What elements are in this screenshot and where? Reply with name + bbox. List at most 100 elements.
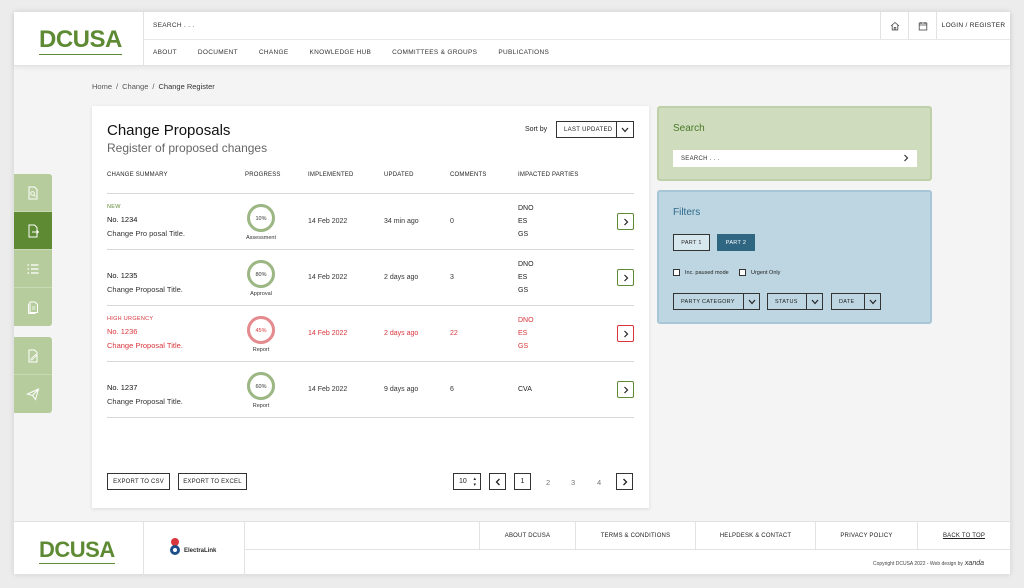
chevron-right-icon xyxy=(623,274,628,281)
sort-select[interactable]: LAST UPDATED xyxy=(556,121,634,138)
part-2-button[interactable]: PART 2 xyxy=(717,234,755,251)
row-number: No. 1236 xyxy=(107,327,138,336)
sidebar-item-edit[interactable] xyxy=(14,337,52,375)
col-impacted-parties: IMPACTED PARTIES xyxy=(518,172,579,178)
progress-ring: 80% xyxy=(247,260,275,288)
urgent-only-checkbox[interactable]: Urgent Only xyxy=(739,269,780,276)
part-1-button[interactable]: PART 1 xyxy=(673,234,710,251)
next-page-button[interactable] xyxy=(616,473,633,490)
login-register-link[interactable]: LOGIN / REGISTER xyxy=(936,12,1010,39)
sidebar-item-change-register[interactable] xyxy=(14,212,52,250)
sidebar-group-actions xyxy=(14,337,52,413)
list-icon xyxy=(27,263,39,274)
open-proposal-button[interactable] xyxy=(617,381,634,398)
search-input[interactable]: SEARCH . . . xyxy=(673,150,917,167)
party-category-dropdown[interactable]: PARTY CATEGORY xyxy=(673,293,760,310)
paused-mode-checkbox[interactable]: Inc. paused mode xyxy=(673,269,729,276)
nav-committees-groups[interactable]: COMMITTEES & GROUPS xyxy=(392,49,477,56)
status-dropdown[interactable]: STATUS xyxy=(767,293,823,310)
page-1[interactable]: 1 xyxy=(514,473,531,490)
page-4[interactable]: 4 xyxy=(597,478,601,487)
sidebar-item-list[interactable] xyxy=(14,250,52,288)
sidebar-item-documents[interactable] xyxy=(14,288,52,326)
site-header: DCUSA SEARCH . . . ABOUT DOCUMENT CHANGE… xyxy=(14,12,1010,66)
row-updated: 9 days ago xyxy=(384,386,419,393)
breadcrumb-home[interactable]: Home xyxy=(92,82,112,91)
row-number: No. 1234 xyxy=(107,215,138,224)
sort-label: Sort by xyxy=(525,126,548,133)
nav-document[interactable]: DOCUMENT xyxy=(198,49,238,56)
back-to-top-link[interactable]: BACK TO TOP xyxy=(917,522,1010,549)
footer-link-helpdesk[interactable]: HELPDESK & CONTACT xyxy=(695,522,815,549)
row-updated: 34 min ago xyxy=(384,218,419,225)
sidebar-item-search-documents[interactable] xyxy=(14,174,52,212)
chevron-right-icon xyxy=(623,386,628,393)
nav-about[interactable]: ABOUT xyxy=(153,49,177,56)
sidebar-group-main xyxy=(14,174,52,326)
footer-logo-text: DCUSA xyxy=(39,537,115,562)
copyright-text: Copyright DCUSA 2022 - Web design by xyxy=(872,561,963,567)
export-excel-button[interactable]: EXPORT TO EXCEL xyxy=(178,473,247,490)
breadcrumb-current: Change Register xyxy=(158,82,215,91)
progress-percent: 80% xyxy=(255,272,266,278)
row-title: Change Proposal Title. xyxy=(107,397,183,406)
main-nav: ABOUT DOCUMENT CHANGE KNOWLEDGE HUB COMM… xyxy=(153,49,570,56)
header-search-input[interactable]: SEARCH . . . xyxy=(153,22,195,29)
site-footer: DCUSA ElectraLink ABOUT DCUSA TERMS & CO… xyxy=(14,521,1010,575)
home-icon[interactable] xyxy=(880,12,908,39)
open-proposal-button[interactable] xyxy=(617,213,634,230)
progress-ring: 60% xyxy=(247,372,275,400)
progress-ring: 45% xyxy=(247,316,275,344)
document-export-icon xyxy=(28,224,40,237)
table-row: NEW No. 1234 Change Pro posal Title. 10%… xyxy=(107,194,634,250)
progress-percent: 45% xyxy=(255,328,266,334)
footer-link-about[interactable]: ABOUT DCUSA xyxy=(479,522,575,549)
electralink-logo[interactable]: ElectraLink xyxy=(169,537,216,557)
calendar-icon[interactable] xyxy=(908,12,936,39)
row-parties: DNO ES GS xyxy=(518,317,534,350)
chevron-right-icon xyxy=(904,154,909,162)
row-implemented: 14 Feb 2022 xyxy=(308,330,348,337)
nav-publications[interactable]: PUBLICATIONS xyxy=(498,49,549,56)
open-proposal-button[interactable] xyxy=(617,269,634,286)
open-proposal-button[interactable] xyxy=(617,325,634,342)
breadcrumb: Home / Change / Change Register xyxy=(92,82,215,91)
row-comments: 22 xyxy=(450,330,458,337)
col-comments: COMMENTS xyxy=(450,172,487,178)
electralink-mark-icon xyxy=(170,538,180,555)
row-parties: DNO ES GS xyxy=(518,205,534,238)
send-icon xyxy=(26,388,40,401)
col-implemented: IMPLEMENTED xyxy=(308,172,354,178)
page-2[interactable]: 2 xyxy=(546,478,550,487)
designer-logo[interactable]: xanda xyxy=(965,560,984,567)
document-edit-icon xyxy=(28,349,38,362)
sidebar-item-send[interactable] xyxy=(14,375,52,413)
per-page-select[interactable]: 10 ▴ ▾ xyxy=(453,473,481,490)
filters-panel: Filters PART 1 PART 2 Inc. paused mode U… xyxy=(657,190,932,324)
document-stack-icon xyxy=(28,301,38,314)
row-tag: HIGH URGENCY xyxy=(107,316,154,322)
footer-logo[interactable]: DCUSA xyxy=(39,537,115,564)
row-parties: CVA xyxy=(518,386,532,393)
page-subtitle: Register of proposed changes xyxy=(107,141,268,155)
date-label: DATE xyxy=(839,298,855,305)
spinner-arrows-icon: ▴ ▾ xyxy=(473,476,476,488)
progress-stage: Report xyxy=(252,347,270,353)
page-3[interactable]: 3 xyxy=(571,478,575,487)
nav-change[interactable]: CHANGE xyxy=(259,49,289,56)
header-logo[interactable]: DCUSA xyxy=(39,26,122,55)
chevron-right-icon xyxy=(623,218,628,225)
footer-link-terms[interactable]: TERMS & CONDITIONS xyxy=(575,522,695,549)
breadcrumb-change[interactable]: Change xyxy=(122,82,148,91)
export-csv-button[interactable]: EXPORT TO CSV xyxy=(107,473,170,490)
footer-link-privacy[interactable]: PRIVACY POLICY xyxy=(815,522,917,549)
nav-knowledge-hub[interactable]: KNOWLEDGE HUB xyxy=(309,49,371,56)
prev-page-button[interactable] xyxy=(489,473,506,490)
table-row: No. 1235 Change Proposal Title. 80% Appr… xyxy=(107,250,634,306)
chevron-left-icon xyxy=(495,478,500,485)
table-row: HIGH URGENCY No. 1236 Change Proposal Ti… xyxy=(107,306,634,362)
logo-text: DCUSA xyxy=(39,26,122,53)
row-comments: 3 xyxy=(450,274,454,281)
date-dropdown[interactable]: DATE xyxy=(831,293,881,310)
partner-name: ElectraLink xyxy=(184,548,217,554)
